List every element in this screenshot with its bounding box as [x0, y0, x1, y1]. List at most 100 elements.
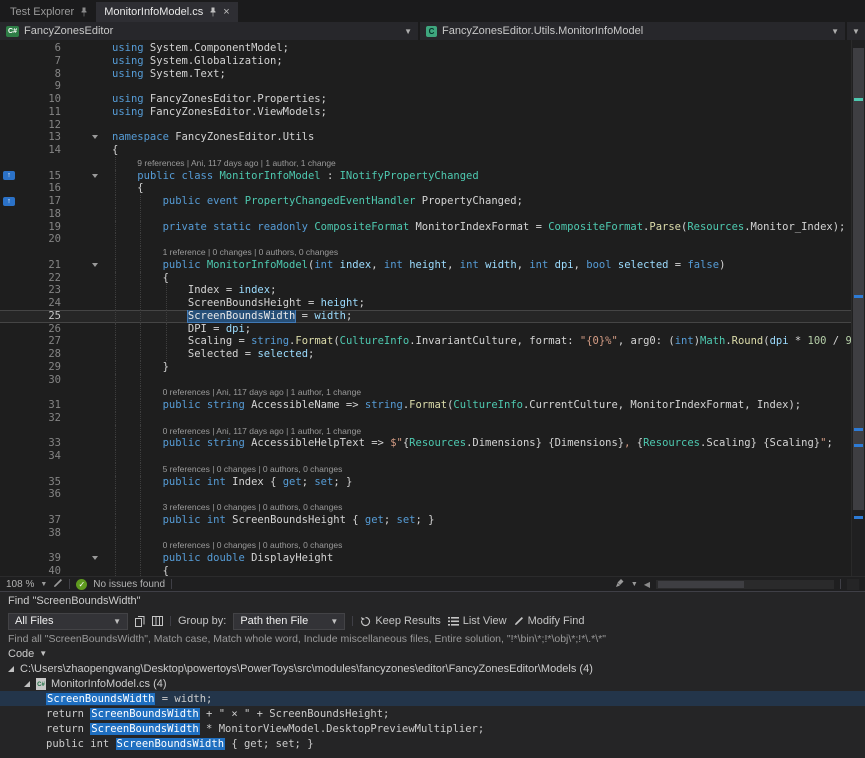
code-cleanup-icon[interactable]: [615, 578, 625, 591]
scrollbar-thumb[interactable]: [658, 581, 744, 588]
codelens-row[interactable]: 0 references | Ani, 117 days ago | 1 aut…: [0, 386, 851, 399]
code-line[interactable]: 10using FancyZonesEditor.Properties;: [0, 93, 851, 106]
copy-icon[interactable]: [135, 616, 145, 627]
collapse-chevron-icon[interactable]: [92, 174, 98, 178]
codelens-row[interactable]: 9 references | Ani, 117 days ago | 1 aut…: [0, 157, 851, 170]
expander-icon[interactable]: [24, 681, 30, 687]
code-line[interactable]: 34: [0, 450, 851, 463]
group-by-dropdown[interactable]: Path then File ▼: [233, 613, 345, 630]
columns-icon[interactable]: [152, 616, 163, 626]
collapse-chevron-icon[interactable]: [92, 263, 98, 267]
code-line[interactable]: 31public string AccessibleName => string…: [0, 399, 851, 412]
codelens-text[interactable]: 1 reference | 0 changes | 0 authors, 0 c…: [112, 246, 338, 259]
code-line[interactable]: 38: [0, 527, 851, 540]
modify-find-label: Modify Find: [528, 615, 585, 627]
code-line[interactable]: 33public string AccessibleHelpText => $"…: [0, 437, 851, 450]
code-line[interactable]: 39public double DisplayHeight: [0, 552, 851, 565]
collapse-chevron-icon[interactable]: [92, 135, 98, 139]
outline-margin: [66, 284, 112, 297]
pin-icon[interactable]: [209, 7, 217, 17]
code-line[interactable]: 6using System.ComponentModel;: [0, 42, 851, 55]
code-line[interactable]: 22{: [0, 272, 851, 285]
code-line[interactable]: 36: [0, 488, 851, 501]
scroll-left-icon[interactable]: ◀: [644, 580, 650, 589]
codelens-text[interactable]: 0 references | Ani, 117 days ago | 1 aut…: [112, 386, 361, 399]
code-line[interactable]: 37public int ScreenBoundsHeight { get; s…: [0, 514, 851, 527]
code-line[interactable]: 35public int Index { get; set; }: [0, 476, 851, 489]
list-view-button[interactable]: List View: [448, 615, 507, 627]
code-line[interactable]: 19private static readonly CompositeForma…: [0, 221, 851, 234]
codelens-text[interactable]: 5 references | 0 changes | 0 authors, 0 …: [112, 463, 342, 476]
scrollbar-thumb[interactable]: [853, 48, 864, 510]
outline-margin: [66, 208, 112, 221]
code-line[interactable]: ↑17public event PropertyChangedEventHand…: [0, 195, 851, 208]
code-line[interactable]: 11using FancyZonesEditor.ViewModels;: [0, 106, 851, 119]
document-health-indicator[interactable]: No issues found: [93, 579, 165, 590]
code-line[interactable]: 9: [0, 80, 851, 93]
code-line[interactable]: 40{: [0, 565, 851, 576]
code-line[interactable]: 27Scaling = string.Format(CultureInfo.In…: [0, 335, 851, 348]
code-line[interactable]: ↑15public class MonitorInfoModel : INoti…: [0, 170, 851, 183]
code-line[interactable]: 29}: [0, 361, 851, 374]
codelens-text[interactable]: 3 references | 0 changes | 0 authors, 0 …: [112, 501, 342, 514]
expander-icon[interactable]: [8, 666, 14, 672]
vertical-scrollbar[interactable]: [851, 40, 865, 576]
member-dropdown[interactable]: ▼: [847, 22, 865, 40]
inheritance-margin-icon[interactable]: ↑: [3, 197, 15, 206]
code-line[interactable]: 8using System.Text;: [0, 68, 851, 81]
codelens-row[interactable]: 0 references | 0 changes | 0 authors, 0 …: [0, 539, 851, 552]
code-line[interactable]: 14{: [0, 144, 851, 157]
glyph-margin: [0, 412, 18, 425]
find-panel-header[interactable]: Find "ScreenBoundsWidth": [0, 592, 865, 610]
code-line[interactable]: 25ScreenBoundsWidth = width;: [0, 310, 851, 323]
chevron-down-icon[interactable]: ▼: [631, 581, 638, 588]
code-filter-dropdown[interactable]: Code ▼: [0, 646, 865, 661]
indent-guide: [115, 233, 116, 246]
code-line[interactable]: 16{: [0, 182, 851, 195]
code-editor[interactable]: 6using System.ComponentModel;7using Syst…: [0, 40, 865, 576]
code-line[interactable]: 7using System.Globalization;: [0, 55, 851, 68]
search-result-row[interactable]: return ScreenBoundsWidth * MonitorViewMo…: [0, 721, 865, 736]
zoom-control[interactable]: 108 %: [6, 579, 34, 590]
codelens-text[interactable]: 0 references | 0 changes | 0 authors, 0 …: [112, 539, 342, 552]
type-dropdown[interactable]: C FancyZonesEditor.Utils.MonitorInfoMode…: [420, 22, 845, 40]
tab-monitorinfomodel[interactable]: MonitorInfoModel.cs ×: [96, 2, 237, 22]
codelens-row[interactable]: 0 references | Ani, 117 days ago | 1 aut…: [0, 425, 851, 438]
code-line[interactable]: 30: [0, 374, 851, 387]
codelens-text[interactable]: 9 references | Ani, 117 days ago | 1 aut…: [112, 157, 336, 170]
codelens-row[interactable]: 1 reference | 0 changes | 0 authors, 0 c…: [0, 246, 851, 259]
code-line[interactable]: 21public MonitorInfoModel(int index, int…: [0, 259, 851, 272]
search-result-row[interactable]: public int ScreenBoundsWidth { get; set;…: [0, 736, 865, 751]
codelens-row[interactable]: 5 references | 0 changes | 0 authors, 0 …: [0, 463, 851, 476]
search-result-row[interactable]: ScreenBoundsWidth = width;: [0, 691, 865, 706]
code-line[interactable]: 24ScreenBoundsHeight = height;: [0, 297, 851, 310]
horizontal-scrollbar[interactable]: [656, 580, 834, 589]
search-result-file-row[interactable]: C#MonitorInfoModel.cs (4): [0, 676, 865, 691]
search-result-row[interactable]: return ScreenBoundsWidth + " × " + Scree…: [0, 706, 865, 721]
code-line[interactable]: 12: [0, 119, 851, 132]
code-line[interactable]: 20: [0, 233, 851, 246]
tab-test-explorer[interactable]: Test Explorer: [2, 2, 96, 22]
codelens-text[interactable]: 0 references | Ani, 117 days ago | 1 aut…: [112, 425, 361, 438]
glyph-margin: [0, 272, 18, 285]
code-line[interactable]: 28Selected = selected;: [0, 348, 851, 361]
close-icon[interactable]: ×: [223, 7, 229, 18]
code-line[interactable]: 23Index = index;: [0, 284, 851, 297]
code-line[interactable]: 26DPI = dpi;: [0, 323, 851, 336]
inheritance-margin-icon[interactable]: ↑: [3, 171, 15, 180]
code-line[interactable]: 18: [0, 208, 851, 221]
pin-icon[interactable]: [80, 7, 88, 17]
outline-margin: [66, 272, 112, 285]
code-line[interactable]: 13namespace FancyZonesEditor.Utils: [0, 131, 851, 144]
search-result-path-row[interactable]: C:\Users\zhaopengwang\Desktop\powertoys\…: [0, 661, 865, 676]
keep-results-button[interactable]: Keep Results: [360, 615, 440, 627]
project-dropdown[interactable]: C# FancyZonesEditor ▼: [0, 22, 418, 40]
pen-icon[interactable]: [53, 578, 63, 591]
collapse-chevron-icon[interactable]: [92, 556, 98, 560]
files-filter-dropdown[interactable]: All Files ▼: [8, 613, 128, 630]
codelens-row[interactable]: 3 references | 0 changes | 0 authors, 0 …: [0, 501, 851, 514]
modify-find-button[interactable]: Modify Find: [514, 615, 585, 627]
chevron-down-icon[interactable]: ▼: [40, 581, 47, 588]
result-file-text: MonitorInfoModel.cs (4): [51, 678, 167, 690]
code-line[interactable]: 32: [0, 412, 851, 425]
